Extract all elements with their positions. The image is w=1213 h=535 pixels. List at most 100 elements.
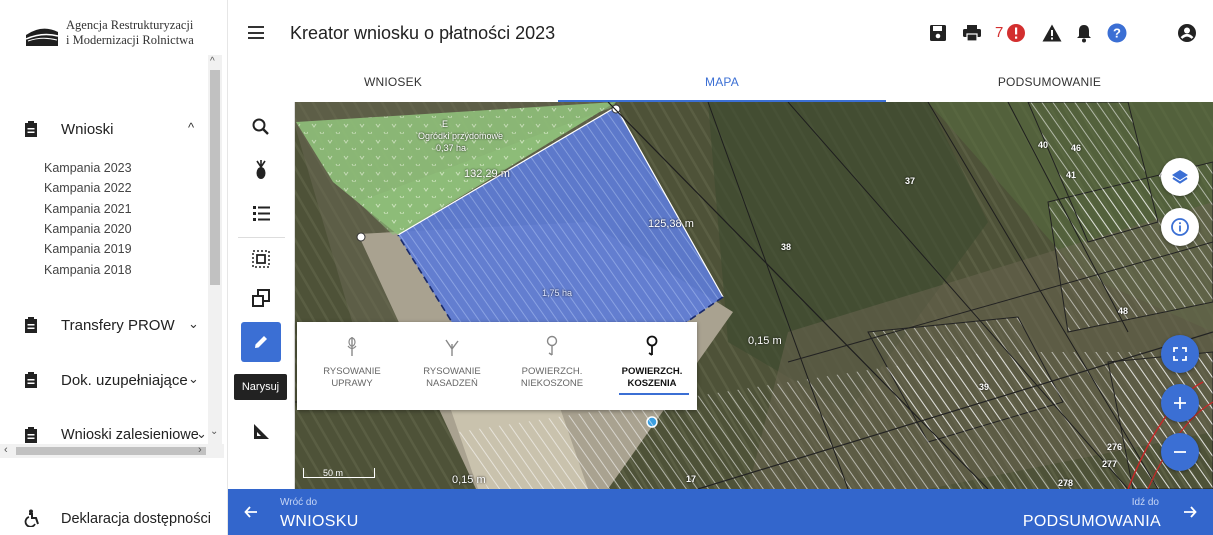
draw-planting-label: RYSOWANIE NASADZEŃ [407, 366, 497, 390]
page-title: Kreator wniosku o płatności 2023 [290, 23, 556, 43]
warning-icon[interactable] [1042, 23, 1062, 43]
arrow-right-icon[interactable] [1183, 505, 1197, 519]
chevron-down-icon[interactable]: ⌄ [188, 371, 199, 387]
arrow-left-icon[interactable] [244, 505, 258, 519]
sidebar-subitem-2019[interactable]: Kampania 2019 [44, 242, 132, 256]
accessibility-declaration-link[interactable]: Deklaracja dostępności [0, 505, 228, 531]
draw-mowing-label: POWIERZCH. KOSZENIA [607, 366, 697, 390]
draw-crop-option[interactable]: RYSOWANIE UPRAWY [307, 322, 397, 410]
clipboard-icon [25, 372, 37, 388]
sidebar-subitem-2021[interactable]: Kampania 2021 [44, 202, 132, 216]
map-view[interactable]: E Ogródki przydomowe 0,37 ha 132,29 m 12… [228, 102, 1213, 489]
fullscreen-button[interactable] [1161, 335, 1199, 373]
plot-number: 48 [1118, 306, 1129, 316]
crop-name-label: Ogródki przydomowe [418, 131, 504, 141]
error-icon[interactable] [1006, 23, 1026, 43]
copy-shape-icon[interactable] [242, 279, 280, 317]
blue-area-label: 1,75 ha [542, 288, 573, 298]
list-icon[interactable] [242, 194, 280, 232]
scroll-up-arrow-icon[interactable]: ^ [210, 56, 215, 67]
plus-icon [1174, 397, 1186, 409]
plot-number: 278 [1058, 478, 1074, 488]
scroll-down-arrow-icon[interactable]: ⌄ [210, 426, 218, 437]
toolbar-divider [238, 237, 285, 238]
edge-length-label: 0,15 m [452, 474, 486, 486]
back-small-label: Wróć do [280, 497, 318, 508]
save-icon[interactable] [929, 23, 947, 43]
svg-text:?: ? [1113, 26, 1121, 41]
fullscreen-icon [1173, 347, 1187, 361]
draw-mowing-option[interactable]: POWIERZCH. KOSZENIA [607, 322, 697, 410]
sidebar-subitem-2020[interactable]: Kampania 2020 [44, 222, 132, 236]
org-name: Agencja Restrukturyzacji i Modernizacji … [66, 18, 194, 48]
chevron-up-icon[interactable]: ^ [188, 120, 194, 135]
plot-number: 40 [1038, 140, 1049, 150]
error-count: 7 [995, 24, 1004, 41]
scroll-right-arrow-icon[interactable]: › [198, 444, 202, 456]
tab-podsumowanie[interactable]: PODSUMOWANIE [886, 66, 1213, 102]
plot-number: 17 [686, 474, 697, 484]
draw-unmowed-label-line2: NIEKOSZONE [520, 378, 584, 389]
go-to-summary-link[interactable]: PODSUMOWANIA [1023, 513, 1161, 531]
sidebar-subitem-2022[interactable]: Kampania 2022 [44, 181, 132, 195]
map-canvas[interactable] [228, 102, 1213, 489]
minus-icon [1174, 451, 1186, 453]
tab-bar: WNIOSEK MAPA PODSUMOWANIE [228, 66, 1213, 102]
map-toolbar [228, 102, 295, 489]
clipboard-icon [25, 427, 37, 443]
plant-icon[interactable] [242, 151, 280, 189]
sidebar-subitem-2023[interactable]: Kampania 2023 [44, 161, 132, 175]
crop-area-label: 0,37 ha [436, 143, 467, 153]
tab-mapa[interactable]: MAPA [558, 66, 886, 102]
scroll-left-arrow-icon[interactable]: ‹ [4, 444, 8, 456]
edge-length-label: 0,15 m [748, 335, 782, 347]
accessibility-declaration-label: Deklaracja dostępności [61, 511, 211, 527]
draw-unmowed-label-line1: POWIERZCH. [521, 366, 583, 377]
search-icon[interactable] [242, 108, 280, 146]
sidebar-item-transfery-prow[interactable]: Transfery PROW ⌄ [0, 313, 210, 339]
layers-button[interactable] [1161, 158, 1199, 196]
sidebar-subitem-2018[interactable]: Kampania 2018 [44, 263, 132, 277]
crop-code-label: E [442, 119, 449, 129]
org-name-line1: Agencja Restrukturyzacji [66, 18, 194, 32]
draw-unmowed-option[interactable]: POWIERZCH. NIEKOSZONE [507, 322, 597, 410]
sidebar: Agencja Restrukturyzacji i Modernizacji … [0, 0, 228, 535]
chevron-down-icon[interactable]: ⌄ [196, 426, 207, 442]
pencil-icon [255, 336, 267, 348]
draw-planting-option[interactable]: RYSOWANIE NASADZEŃ [407, 322, 497, 410]
zoom-out-button[interactable] [1161, 433, 1199, 471]
plot-number: 46 [1071, 143, 1082, 153]
plot-number: 277 [1102, 459, 1118, 469]
plot-number: 38 [781, 242, 792, 252]
unmowed-pin-icon [546, 335, 558, 356]
back-to-application-link[interactable]: WNIOSKU [280, 513, 359, 531]
zoom-in-button[interactable] [1161, 384, 1199, 422]
measure-icon[interactable] [242, 412, 280, 450]
sidebar-horizontal-scroll-thumb[interactable] [16, 447, 206, 455]
sidebar-item-wnioski[interactable]: Wnioski ^ [0, 117, 210, 143]
sidebar-vertical-scroll-thumb[interactable] [210, 70, 220, 285]
draw-mowing-label-line2: KOSZENIA [627, 378, 677, 389]
draw-button[interactable] [241, 322, 281, 362]
draw-planting-label-line1: RYSOWANIE [423, 366, 481, 377]
sidebar-item-label: Dok. uzupełniające [61, 372, 188, 389]
draw-crop-label-line2: UPRAWY [331, 378, 373, 389]
account-icon[interactable] [1177, 23, 1197, 43]
bell-icon[interactable] [1075, 23, 1093, 43]
chevron-down-icon[interactable]: ⌄ [188, 316, 199, 332]
help-icon[interactable]: ? [1107, 23, 1127, 43]
info-button[interactable] [1161, 208, 1199, 246]
draw-crop-label-line1: RYSOWANIE [323, 366, 381, 377]
draw-mowing-label-line1: POWIERZCH. [621, 366, 683, 377]
tab-wniosek[interactable]: WNIOSEK [228, 66, 558, 102]
info-icon [1171, 218, 1189, 236]
sidebar-item-label: Wnioski zalesieniowe [61, 427, 199, 443]
accessibility-icon [24, 509, 39, 527]
sidebar-item-dok-uzupelniajace[interactable]: Dok. uzupełniające ⌄ [0, 368, 210, 394]
draw-tooltip: Narysuj [234, 374, 287, 400]
map-scale-label: 50 m [323, 468, 344, 478]
edge-length-label: 125,38 m [648, 218, 694, 230]
hamburger-menu-icon[interactable] [248, 26, 264, 39]
print-icon[interactable] [962, 23, 982, 43]
select-area-icon[interactable] [242, 240, 280, 278]
